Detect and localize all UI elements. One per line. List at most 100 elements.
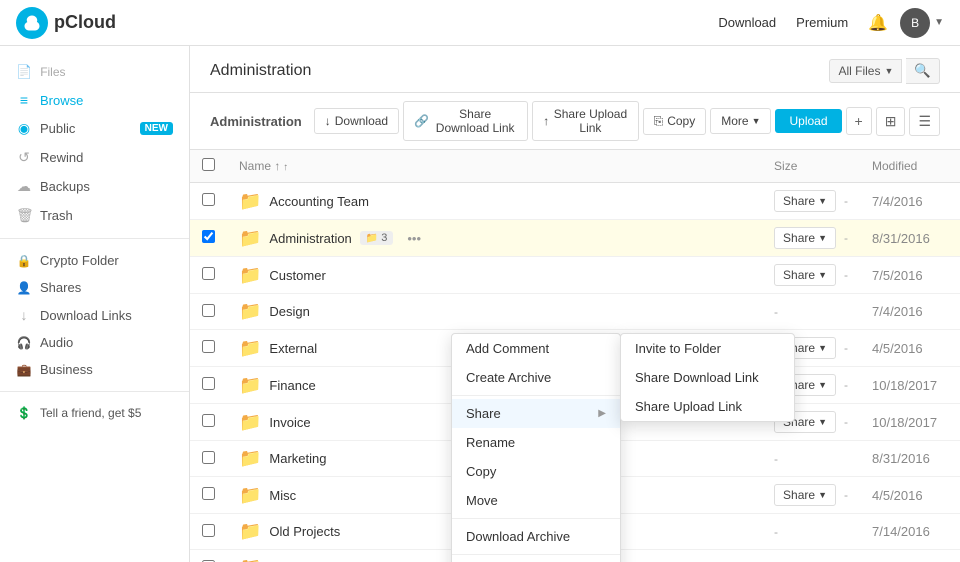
sidebar-item-business[interactable]: 💼 Business	[0, 356, 189, 383]
file-name[interactable]: Old Projects	[269, 524, 340, 539]
notification-bell-icon[interactable]: 🔔	[868, 13, 888, 33]
file-name[interactable]: Administration	[269, 231, 351, 246]
share-download-button[interactable]: 🔗 Share Download Link	[403, 101, 528, 141]
upload-button[interactable]: Upload	[775, 109, 841, 133]
context-move[interactable]: Move	[452, 486, 620, 515]
download-button[interactable]: ↓ Download	[314, 108, 399, 134]
row-checkbox-cell	[190, 550, 227, 562]
context-menu[interactable]: Add Comment Create Archive Share ▶ Renam…	[451, 333, 621, 562]
row-checkbox-cell	[190, 367, 227, 404]
file-name[interactable]: Accounting Team	[269, 194, 369, 209]
sidebar-rewind-label: Rewind	[40, 150, 173, 165]
row-date-cell: 7/5/2016	[860, 257, 960, 294]
list-options-icon: ☰	[918, 113, 931, 129]
search-area: All Files ▼ 🔍	[829, 58, 940, 84]
row-checkbox[interactable]	[202, 230, 215, 243]
share-dropdown-icon: ▼	[818, 196, 827, 206]
row-checkbox[interactable]	[202, 304, 215, 317]
file-size: -	[844, 268, 848, 282]
more-button[interactable]: More ▼	[710, 108, 771, 134]
file-row-name: 📁 Accounting Team	[239, 191, 750, 212]
context-copy[interactable]: Copy	[452, 457, 620, 486]
file-options-dots[interactable]: •••	[401, 229, 427, 248]
user-menu[interactable]: B ▼	[900, 8, 944, 38]
file-name[interactable]: Invoice	[269, 415, 310, 430]
name-column-header[interactable]: Name ↑	[227, 150, 762, 183]
row-checkbox[interactable]	[202, 524, 215, 537]
select-all-checkbox[interactable]	[202, 158, 215, 171]
row-checkbox[interactable]	[202, 193, 215, 206]
submenu-share-download-link[interactable]: Share Download Link	[621, 363, 794, 392]
sidebar-item-public[interactable]: ◉ Public NEW	[0, 114, 189, 143]
row-checkbox[interactable]	[202, 487, 215, 500]
copy-button[interactable]: ⎘ Copy	[643, 108, 707, 135]
table-row: 📁 Administration 📁3 ••• Share ▼ - 8/31/2…	[190, 220, 960, 257]
share-submenu[interactable]: Invite to Folder Share Download Link Sha…	[620, 333, 795, 422]
file-size: -	[774, 305, 778, 319]
new-badge: NEW	[140, 122, 173, 135]
backups-icon: ☁	[16, 178, 32, 195]
modified-column-header: Modified	[860, 150, 960, 183]
invite-to-folder-label: Invite to Folder	[635, 341, 721, 356]
premium-link[interactable]: Premium	[796, 15, 848, 30]
new-folder-button[interactable]: +	[846, 107, 872, 135]
sidebar-item-download-links[interactable]: ↓ Download Links	[0, 301, 189, 329]
file-name[interactable]: Marketing	[269, 451, 326, 466]
list-options-button[interactable]: ☰	[909, 107, 940, 136]
share-button[interactable]: Share ▼	[774, 227, 836, 249]
submenu-invite-to-folder[interactable]: Invite to Folder	[621, 334, 794, 363]
sidebar-item-trash[interactable]: 🗑 Trash	[0, 201, 189, 230]
download-links-icon: ↓	[16, 307, 32, 323]
file-name[interactable]: External	[269, 341, 317, 356]
business-icon: 💼	[16, 363, 32, 377]
sidebar-item-audio[interactable]: 🎧 Audio	[0, 329, 189, 356]
file-name[interactable]: Misc	[269, 488, 296, 503]
row-checkbox[interactable]	[202, 267, 215, 280]
share-button[interactable]: Share ▼	[774, 484, 836, 506]
share-button[interactable]: Share ▼	[774, 264, 836, 286]
sidebar-item-browse[interactable]: ≡ Browse	[0, 86, 189, 114]
sidebar-item-shares[interactable]: 👤 Shares	[0, 274, 189, 301]
submenu-arrow-icon: ▶	[598, 408, 606, 419]
submenu-share-upload-link[interactable]: Share Upload Link	[621, 392, 794, 421]
rename-label: Rename	[466, 435, 515, 450]
sidebar-item-rewind[interactable]: ↺ Rewind	[0, 143, 189, 172]
search-filter-dropdown[interactable]: All Files ▼	[829, 59, 902, 83]
search-button[interactable]: 🔍	[906, 58, 940, 84]
search-dropdown-arrow: ▼	[884, 66, 893, 76]
context-rename[interactable]: Rename	[452, 428, 620, 457]
avatar: B	[900, 8, 930, 38]
folder-icon: 📁	[239, 301, 261, 322]
sidebar-promo[interactable]: 💲 Tell a friend, get $5	[0, 400, 189, 426]
file-modified-date: 10/18/2017	[872, 378, 937, 393]
sidebar-item-backups[interactable]: ☁ Backups	[0, 172, 189, 201]
sidebar-divider-2	[0, 391, 189, 392]
file-icon: 📄	[16, 64, 32, 80]
context-create-archive[interactable]: Create Archive	[452, 363, 620, 392]
context-delete[interactable]: Delete	[452, 558, 620, 562]
row-date-cell: 10/18/2017	[860, 367, 960, 404]
context-download-archive[interactable]: Download Archive	[452, 522, 620, 551]
file-modified-date: 4/5/2016	[872, 341, 923, 356]
file-row-name: 📁 Administration 📁3 •••	[239, 228, 750, 249]
context-share[interactable]: Share ▶	[452, 399, 620, 428]
row-checkbox[interactable]	[202, 377, 215, 390]
share-dropdown-icon: ▼	[818, 417, 827, 427]
file-name[interactable]: Design	[269, 304, 309, 319]
row-date-cell: 8/31/2016	[860, 220, 960, 257]
context-copy-label: Copy	[466, 464, 496, 479]
grid-view-button[interactable]: ⊞	[876, 107, 906, 136]
context-add-comment[interactable]: Add Comment	[452, 334, 620, 363]
download-link[interactable]: Download	[718, 15, 776, 30]
row-checkbox[interactable]	[202, 451, 215, 464]
share-upload-button[interactable]: ↑ Share Upload Link	[532, 101, 638, 141]
submenu-share-upload-label: Share Upload Link	[635, 399, 742, 414]
share-button[interactable]: Share ▼	[774, 190, 836, 212]
folder-icon-small: 📁	[366, 233, 378, 244]
row-name-cell: 📁 Administration 📁3 •••	[227, 220, 762, 257]
sidebar-item-crypto[interactable]: 🔒 Crypto Folder	[0, 247, 189, 274]
row-checkbox[interactable]	[202, 340, 215, 353]
file-name[interactable]: Finance	[269, 378, 315, 393]
file-name[interactable]: Customer	[269, 268, 325, 283]
row-checkbox[interactable]	[202, 414, 215, 427]
